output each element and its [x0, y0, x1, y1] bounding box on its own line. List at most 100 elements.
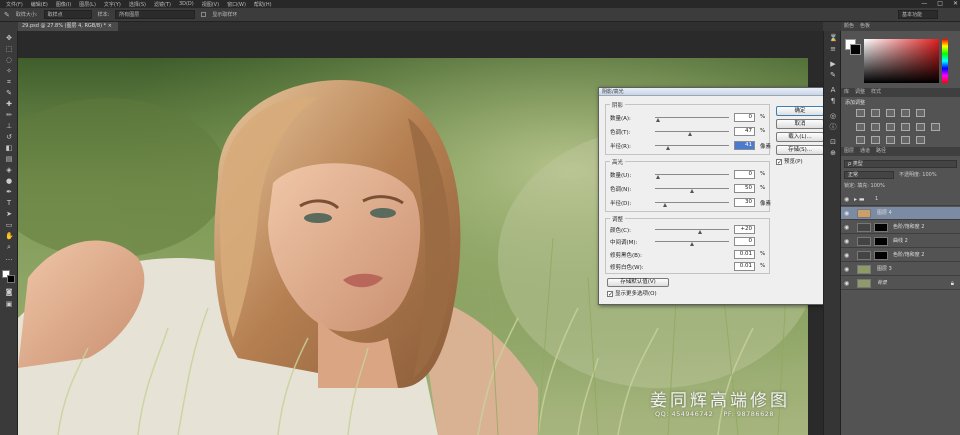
eye-icon[interactable]: ◉ [844, 280, 849, 287]
path-select-tool-icon[interactable]: ➤ [5, 211, 13, 218]
gradient-map-icon[interactable] [901, 136, 910, 144]
cancel-button[interactable]: 取消 [776, 119, 824, 129]
load-button[interactable]: 载入(L)... [776, 132, 824, 142]
midtone-contrast-input[interactable]: 0 [734, 237, 755, 246]
layer-row[interactable]: ◉ ▸ ▬ 1 [841, 193, 960, 206]
tab-styles[interactable]: 样式 [871, 88, 881, 97]
history-panel-icon[interactable]: ⌛ [829, 35, 838, 42]
workspace-select[interactable]: 基本功能 [898, 10, 938, 19]
levels-icon[interactable] [871, 109, 880, 117]
more-options-checkbox[interactable]: ✓ 显示更多选项(O) [607, 290, 657, 298]
layer-row[interactable]: ◉ 色阶/饱和度 2 [841, 249, 960, 262]
tab-paths[interactable]: 路径 [876, 147, 886, 156]
pen-tool-icon[interactable]: ✒ [5, 189, 13, 196]
tab-document[interactable]: 29.psd @ 27.8% (图层 4, RGB/8) * × [18, 22, 118, 31]
exposure-icon[interactable] [901, 109, 910, 117]
color-balance-icon[interactable] [871, 123, 880, 131]
tab-swatches[interactable]: 色板 [860, 22, 870, 31]
menu-item[interactable]: 3D(D) [179, 1, 194, 7]
slider-thumb[interactable] [690, 242, 694, 246]
black-white-icon[interactable] [886, 123, 895, 131]
slider-thumb[interactable] [690, 189, 694, 193]
slider-thumb[interactable] [666, 146, 670, 150]
character-panel-icon[interactable]: A [829, 87, 837, 94]
highlights-amount-input[interactable]: 0 [734, 170, 755, 179]
slider-thumb[interactable] [656, 175, 660, 179]
quick-select-tool-icon[interactable]: ✧ [5, 68, 13, 75]
dialog-title-bar[interactable]: 阴影/高光 ✕ [599, 88, 830, 96]
healing-brush-tool-icon[interactable]: ✚ [5, 101, 13, 108]
tab-adjustments[interactable]: 调整 [855, 88, 865, 97]
sample-select[interactable]: 所有图层 [115, 10, 196, 19]
blur-tool-icon[interactable]: ◈ [5, 167, 13, 174]
threshold-icon[interactable] [886, 136, 895, 144]
photo-filter-icon[interactable] [901, 123, 910, 131]
shadows-radius-input[interactable]: 41 [734, 141, 755, 150]
screen-mode-icon[interactable]: ▣ [5, 301, 13, 308]
ok-button[interactable]: 确定 [776, 106, 824, 116]
background-color-swatch[interactable] [850, 44, 861, 55]
menu-item[interactable]: 文字(Y) [104, 1, 121, 8]
opacity-field[interactable]: 不透明度: 100% [899, 171, 957, 179]
color-lookup-icon[interactable] [931, 123, 940, 131]
layer-row[interactable]: ◉ 色阶/饱和度 2 [841, 221, 960, 234]
hue-slider[interactable] [942, 39, 948, 83]
highlights-amount-slider[interactable] [655, 174, 729, 175]
info-panel-icon[interactable]: ⓘ [829, 124, 837, 131]
eyedropper-icon[interactable]: ✎ [4, 11, 10, 19]
layer-row-selected[interactable]: ◉ 图层 4 [841, 207, 960, 220]
color-picker-field[interactable] [864, 39, 939, 83]
brush-panel-icon[interactable]: ✎ [829, 72, 837, 79]
layer-filter-select[interactable]: ρ 类型 [844, 160, 957, 168]
marquee-tool-icon[interactable]: ⬚ [5, 46, 13, 53]
paragraph-panel-icon[interactable]: ¶ [829, 98, 837, 105]
background-color-swatch[interactable] [7, 275, 15, 283]
white-clip-input[interactable]: 0.01 [734, 262, 755, 271]
blend-mode-select[interactable]: 正常 [844, 171, 894, 179]
eye-icon[interactable]: ◉ [844, 252, 849, 259]
tab-libraries[interactable]: 库 [844, 88, 849, 97]
tool-presets-icon[interactable]: ◎ [829, 113, 837, 120]
eye-icon[interactable]: ◉ [844, 210, 849, 217]
gradient-tool-icon[interactable]: ▤ [5, 156, 13, 163]
tab-channels[interactable]: 通道 [860, 147, 870, 156]
navigator-panel-icon[interactable]: ⊡ [829, 139, 837, 146]
sample-size-select[interactable]: 取样点 [43, 10, 92, 19]
eye-icon[interactable]: ◉ [844, 238, 849, 245]
tab-color[interactable]: 颜色 [844, 22, 854, 31]
shape-tool-icon[interactable]: ▭ [5, 222, 13, 229]
vibrance-icon[interactable] [916, 109, 925, 117]
highlights-radius-input[interactable]: 30 [734, 198, 755, 207]
invert-icon[interactable] [856, 136, 865, 144]
properties-panel-icon[interactable]: ≡ [829, 46, 837, 53]
eye-icon[interactable]: ◉ [844, 196, 849, 203]
menu-item[interactable]: 视图(V) [202, 1, 219, 8]
layer-row[interactable]: ◉ 背景 🔒︎ [841, 277, 960, 290]
actions-panel-icon[interactable]: ▶ [829, 61, 837, 68]
layer-row[interactable]: ◉ 图层 3 [841, 263, 960, 276]
color-correction-slider[interactable] [655, 229, 729, 230]
minimize-icon[interactable]: — [921, 0, 927, 7]
menu-item[interactable]: 图层(L) [79, 1, 96, 8]
hue-saturation-icon[interactable] [856, 123, 865, 131]
eye-icon[interactable]: ◉ [844, 224, 849, 231]
slider-thumb[interactable] [688, 132, 692, 136]
save-button[interactable]: 存储(S)... [776, 145, 824, 155]
eye-icon[interactable]: ◉ [844, 266, 849, 273]
close-icon[interactable]: × [108, 23, 112, 29]
quick-mask-icon[interactable]: ◙ [5, 289, 13, 296]
shadows-tone-input[interactable]: 47 [734, 127, 755, 136]
layer-row[interactable]: ◉ 曲线 2 [841, 235, 960, 248]
posterize-icon[interactable] [871, 136, 880, 144]
color-correction-input[interactable]: +20 [734, 225, 755, 234]
slider-thumb[interactable] [656, 118, 660, 122]
eraser-tool-icon[interactable]: ◧ [5, 145, 13, 152]
curves-icon[interactable] [886, 109, 895, 117]
history-brush-tool-icon[interactable]: ↺ [5, 134, 13, 141]
selective-color-icon[interactable] [916, 136, 925, 144]
channel-mixer-icon[interactable] [916, 123, 925, 131]
shadows-tone-slider[interactable] [655, 131, 729, 132]
show-ring-checkbox[interactable] [201, 12, 207, 17]
zoom-tool-icon[interactable]: ⌕ [5, 244, 13, 251]
eyedropper-tool-icon[interactable]: ✎ [5, 90, 13, 97]
